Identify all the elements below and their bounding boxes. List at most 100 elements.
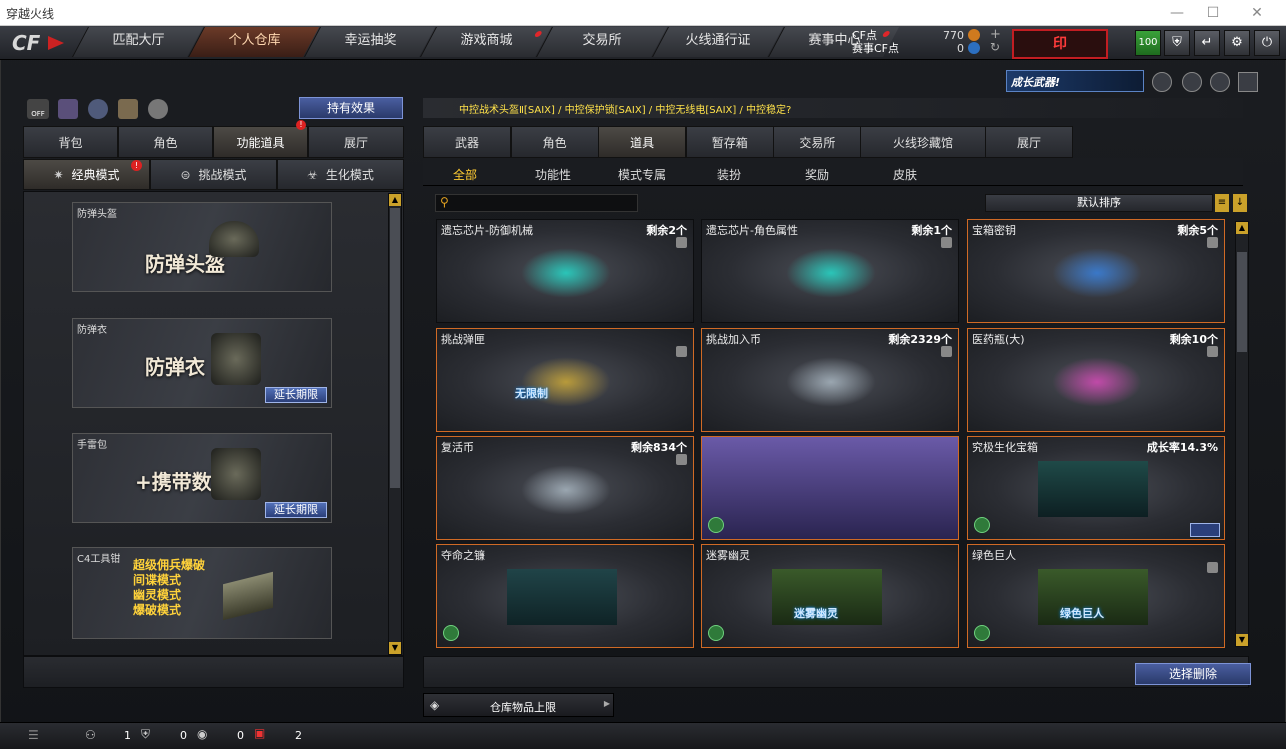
item-card[interactable]: 医药瓶(大) 剩余10个 bbox=[967, 328, 1225, 432]
subtab-2[interactable]: 模式专属 bbox=[618, 166, 666, 183]
grid-scroll-thumb[interactable] bbox=[1237, 252, 1247, 352]
right-tab-3[interactable]: 暂存箱 bbox=[685, 126, 774, 158]
scythe-image bbox=[507, 569, 617, 625]
clan-icon[interactable]: ⛨ bbox=[141, 727, 150, 742]
friends-icon[interactable]: ⚇ bbox=[85, 728, 96, 742]
refresh-icon[interactable]: ↻ bbox=[990, 40, 1000, 54]
effects-button[interactable]: 持有效果 bbox=[299, 97, 403, 119]
trash-icon[interactable] bbox=[676, 454, 687, 465]
item-card[interactable]: 救世主-黑桃战神 bbox=[701, 436, 959, 540]
item-card[interactable]: 绿色巨人 绿色巨人 bbox=[967, 544, 1225, 648]
hex-chip-image bbox=[786, 248, 876, 298]
trash-icon[interactable] bbox=[941, 237, 952, 248]
crosshair-icon[interactable] bbox=[1182, 72, 1202, 92]
left-item-3[interactable]: C4工具钳 超级佣兵爆破 间谍模式 幽灵模式 爆破模式 bbox=[72, 547, 332, 639]
minimize-button[interactable]: — bbox=[1160, 3, 1194, 23]
search-input[interactable]: ⚲ bbox=[435, 194, 638, 212]
item-card[interactable]: 宝箱密钥 剩余5个 bbox=[967, 219, 1225, 323]
level-badge[interactable]: 100 bbox=[1135, 30, 1161, 56]
burst-icon: ✷ bbox=[53, 168, 64, 182]
left-item-0[interactable]: 防弹头盔 防弹头盔 bbox=[72, 202, 332, 292]
grid-scrollbar[interactable]: ▲ ▼ bbox=[1235, 221, 1249, 647]
left-tab-1[interactable]: 角色 bbox=[118, 126, 213, 158]
event-icon[interactable] bbox=[1210, 72, 1230, 92]
sound-off-icon[interactable]: OFF bbox=[27, 99, 49, 119]
wing-icon[interactable] bbox=[1238, 72, 1258, 92]
growth-weapon-banner[interactable]: 成长武器! bbox=[1006, 70, 1144, 92]
nav-tab-1[interactable]: 个人仓库 bbox=[188, 27, 319, 57]
nav-tab-2[interactable]: 幸运抽奖 bbox=[304, 27, 435, 57]
item-card[interactable]: 究极生化宝箱 成长率14.3% bbox=[967, 436, 1225, 540]
clan-count: 0 bbox=[180, 729, 187, 742]
item-card[interactable]: 挑战加入币 剩余2329个 bbox=[701, 328, 959, 432]
grid-scroll-up-icon[interactable]: ▲ bbox=[1236, 222, 1248, 234]
left-scrollbar[interactable]: ▲ ▼ bbox=[388, 193, 402, 655]
race-cf-label: 赛事CF点 bbox=[852, 42, 900, 55]
nav-tab-4[interactable]: 交易所 bbox=[536, 27, 667, 57]
cf-label: CF点 bbox=[852, 29, 878, 42]
trash-icon[interactable] bbox=[1207, 562, 1218, 573]
subtab-1[interactable]: 功能性 bbox=[535, 166, 571, 183]
gear-icon[interactable]: ⚙ bbox=[1224, 30, 1250, 56]
nav-tab-0[interactable]: 匹配大厅 bbox=[72, 27, 203, 57]
subtab-3[interactable]: 装扮 bbox=[717, 166, 741, 183]
nav-tab-3[interactable]: 游戏商城 bbox=[420, 27, 551, 57]
scroll-up-icon[interactable]: ▲ bbox=[389, 194, 401, 206]
item-card[interactable]: 复活币 剩余834个 bbox=[436, 436, 694, 540]
right-tab-2[interactable]: 道具 bbox=[598, 126, 687, 158]
list-view-icon[interactable]: ≡ bbox=[1215, 194, 1229, 212]
subtab-5[interactable]: 皮肤 bbox=[893, 166, 917, 183]
badge-icon[interactable] bbox=[1152, 72, 1172, 92]
left-tab-2[interactable]: 功能道具 bbox=[213, 126, 308, 158]
stats-icon[interactable] bbox=[58, 99, 78, 119]
grid-scroll-down-icon[interactable]: ▼ bbox=[1236, 634, 1248, 646]
right-tab-1[interactable]: 角色 bbox=[510, 126, 599, 158]
mouse-icon[interactable] bbox=[148, 99, 168, 119]
menu-icon[interactable]: ☰ bbox=[28, 728, 39, 742]
sort-direction-icon[interactable]: ↓ bbox=[1233, 194, 1247, 212]
right-tab-5[interactable]: 火线珍藏馆 bbox=[860, 126, 986, 158]
trash-icon[interactable] bbox=[941, 346, 952, 357]
item-card[interactable]: 遗忘芯片-角色属性 剩余1个 bbox=[701, 219, 959, 323]
scroll-down-icon[interactable]: ▼ bbox=[389, 642, 401, 654]
item-card[interactable]: 遗忘芯片-防御机械 剩余2个 bbox=[436, 219, 694, 323]
return-icon[interactable]: ↵ bbox=[1194, 30, 1220, 56]
mode-tab-1[interactable]: ⊜ 挑战模式 bbox=[150, 159, 277, 190]
gift-icon[interactable]: ▣ bbox=[254, 726, 265, 740]
select-delete-button[interactable]: 选择删除 bbox=[1135, 663, 1251, 685]
left-tab-0[interactable]: 背包 bbox=[23, 126, 118, 158]
item-card[interactable]: 挑战弹匣 无限制 bbox=[436, 328, 694, 432]
trash-icon[interactable] bbox=[676, 237, 687, 248]
chat-icon[interactable]: ◉ bbox=[197, 727, 207, 741]
maximize-button[interactable]: ☐ bbox=[1196, 3, 1230, 23]
storage-limit-bar[interactable]: ◈ 仓库物品上限 ▶ bbox=[423, 693, 614, 717]
right-tab-6[interactable]: 展厅 bbox=[985, 126, 1073, 158]
subtab-0[interactable]: 全部 bbox=[453, 166, 477, 183]
sort-select[interactable]: 默认排序 bbox=[985, 194, 1213, 212]
right-tab-0[interactable]: 武器 bbox=[423, 126, 511, 158]
extend-button[interactable]: 延长期限 bbox=[265, 387, 327, 403]
nav-tab-5[interactable]: 火线通行证 bbox=[652, 27, 783, 57]
left-item-1[interactable]: 防弹衣 防弹衣 延长期限 bbox=[72, 318, 332, 408]
trash-icon[interactable] bbox=[1207, 237, 1218, 248]
trash-icon[interactable] bbox=[1207, 346, 1218, 357]
cycle-icon[interactable] bbox=[88, 99, 108, 119]
subtab-4[interactable]: 奖励 bbox=[805, 166, 829, 183]
mode-tab-2[interactable]: ☣ 生化模式 bbox=[277, 159, 404, 190]
close-button[interactable]: ✕ bbox=[1240, 3, 1274, 23]
race-coin-icon bbox=[968, 42, 980, 54]
right-tab-4[interactable]: 交易所 bbox=[773, 126, 862, 158]
tool-icon[interactable] bbox=[118, 99, 138, 119]
trash-icon[interactable] bbox=[676, 346, 687, 357]
chat-count: 0 bbox=[237, 729, 244, 742]
left-tab-3[interactable]: 展厅 bbox=[308, 126, 404, 158]
scroll-thumb[interactable] bbox=[390, 208, 400, 488]
search-icon: ⚲ bbox=[440, 195, 449, 209]
left-item-2[interactable]: 手雷包 +携带数 延长期限 bbox=[72, 433, 332, 523]
shield-icon[interactable]: ⛨ bbox=[1164, 30, 1190, 56]
power-icon[interactable]: ⏻ bbox=[1254, 30, 1280, 56]
item-card[interactable]: 夺命之镰 bbox=[436, 544, 694, 648]
extend-button[interactable]: 延长期限 bbox=[265, 502, 327, 518]
item-card[interactable]: 迷雾幽灵 迷雾幽灵 bbox=[701, 544, 959, 648]
magnify-button[interactable] bbox=[1190, 523, 1220, 537]
